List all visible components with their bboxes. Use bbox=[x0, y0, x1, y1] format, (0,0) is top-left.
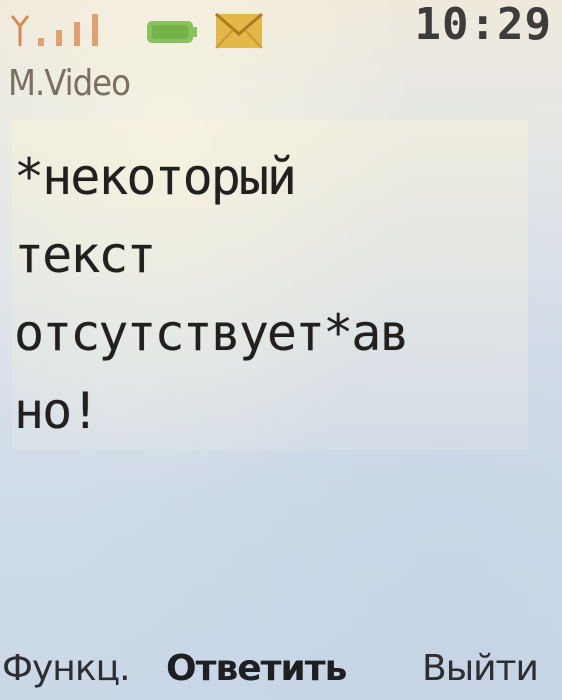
message-icon bbox=[215, 12, 263, 49]
battery-icon bbox=[147, 21, 197, 43]
status-bar: 10:29 bbox=[0, 0, 562, 60]
clock: 10:29 bbox=[414, 0, 552, 50]
signal-icon bbox=[10, 14, 98, 46]
functions-softkey[interactable]: Функц. bbox=[2, 644, 131, 694]
message-text: *некоторый текст отсутствует*ав но! bbox=[14, 148, 409, 440]
reply-softkey[interactable]: Ответить bbox=[166, 644, 347, 694]
phone-screen: 10:29 M.Video *некоторый текст отсутству… bbox=[0, 0, 562, 700]
sender-name: M.Video bbox=[8, 63, 131, 104]
softkey-bar: Функц. Ответить Выйти bbox=[0, 640, 562, 700]
exit-softkey[interactable]: Выйти bbox=[422, 644, 539, 694]
